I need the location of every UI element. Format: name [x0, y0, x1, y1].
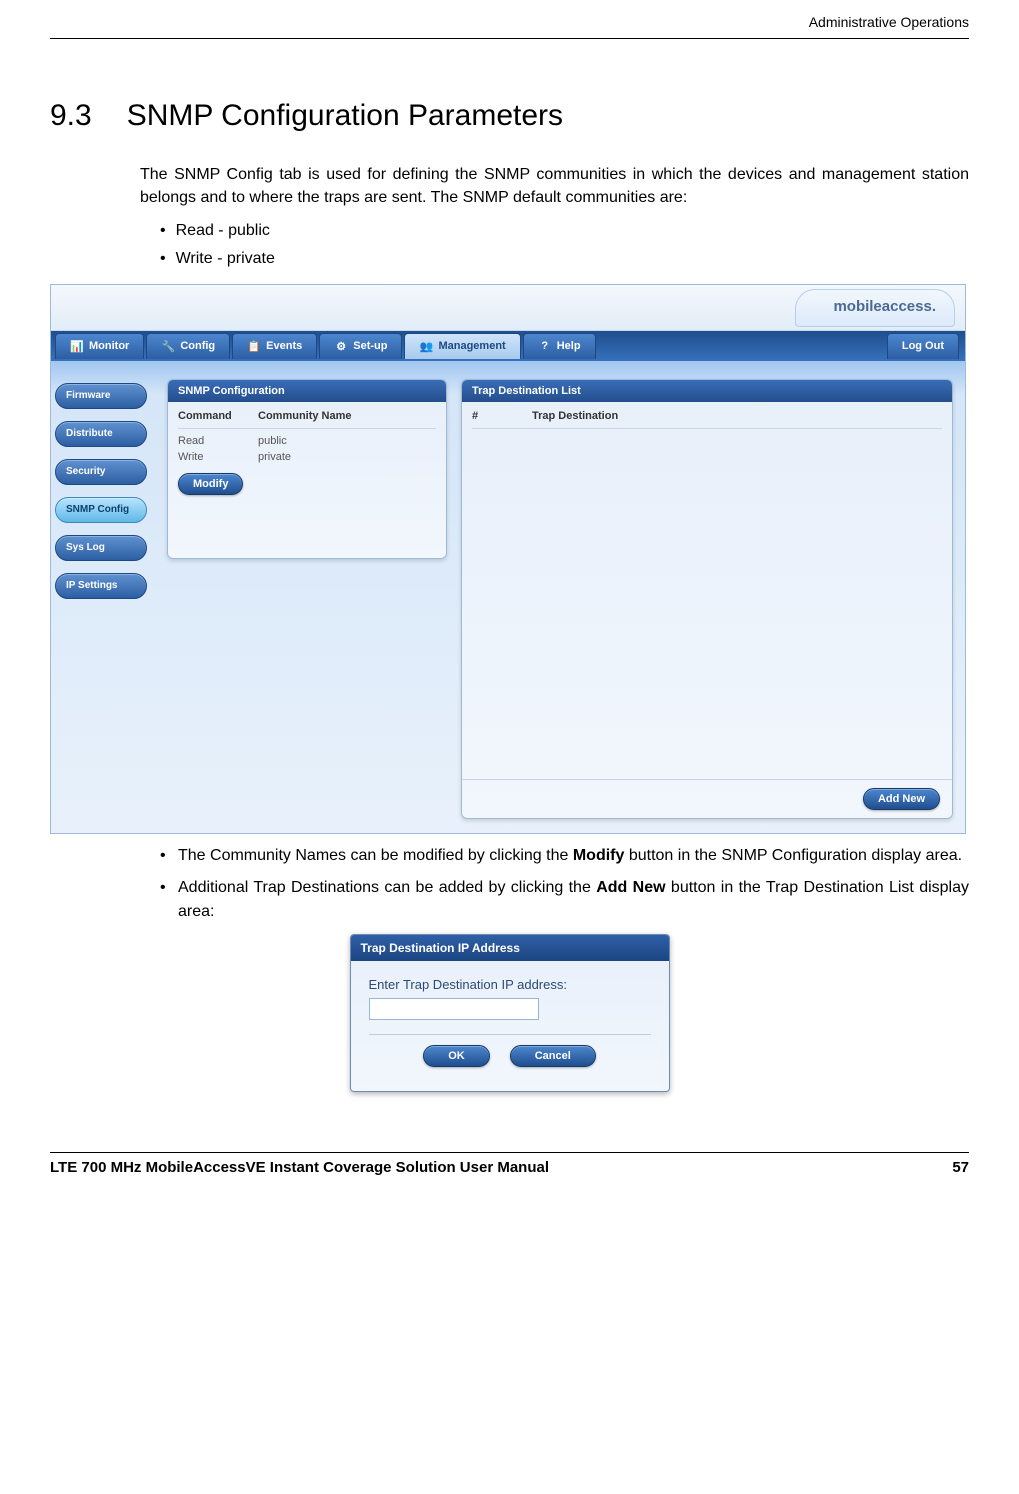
col-trap-destination: Trap Destination	[532, 410, 618, 422]
sidebar-item-snmp-config[interactable]: SNMP Config	[55, 497, 147, 523]
cancel-button[interactable]: Cancel	[510, 1045, 596, 1067]
tab-label: Management	[438, 340, 505, 352]
tab-events[interactable]: 📋 Events	[232, 333, 317, 359]
page-header: Administrative Operations	[50, 10, 969, 32]
cell-community: private	[258, 451, 291, 463]
cell-command: Write	[178, 451, 258, 463]
tab-setup[interactable]: ⚙ Set-up	[319, 333, 402, 359]
note-text: Additional Trap Destinations can be adde…	[178, 879, 596, 896]
tab-label: Config	[180, 340, 215, 352]
default-item: Read - public	[160, 217, 969, 244]
tab-label: Events	[266, 340, 302, 352]
col-number: #	[472, 410, 532, 422]
dialog-title: Trap Destination IP Address	[351, 935, 669, 961]
trap-ip-input[interactable]	[369, 998, 539, 1020]
modify-button[interactable]: Modify	[178, 473, 243, 495]
tab-label: Help	[557, 340, 581, 352]
page-number: 57	[952, 1159, 969, 1176]
panel-title: SNMP Configuration	[168, 380, 446, 402]
snmp-config-panel: SNMP Configuration Command Community Nam…	[167, 379, 447, 559]
dialog-prompt: Enter Trap Destination IP address:	[369, 977, 651, 992]
header-rule	[50, 38, 969, 39]
footer-title: LTE 700 MHz MobileAccessVE Instant Cover…	[50, 1159, 549, 1176]
tab-label: Monitor	[89, 340, 129, 352]
management-icon: 👥	[419, 339, 433, 353]
section-title: SNMP Configuration Parameters	[127, 99, 563, 133]
tab-monitor[interactable]: 📊 Monitor	[55, 333, 144, 359]
col-community-name: Community Name	[258, 410, 352, 422]
dialog-separator	[369, 1034, 651, 1035]
sidebar: Firmware Distribute Security SNMP Config…	[51, 361, 151, 833]
default-item: Write - private	[160, 245, 969, 272]
sidebar-item-security[interactable]: Security	[55, 459, 147, 485]
app-top-bar: mobileaccess.	[51, 285, 965, 331]
panel-title: Trap Destination List	[462, 380, 952, 402]
cell-community: public	[258, 435, 287, 447]
tab-label: Set-up	[353, 340, 387, 352]
section-number: 9.3	[50, 99, 92, 133]
trap-ip-dialog: Trap Destination IP Address Enter Trap D…	[350, 934, 670, 1092]
sidebar-item-firmware[interactable]: Firmware	[55, 383, 147, 409]
sidebar-item-sys-log[interactable]: Sys Log	[55, 535, 147, 561]
col-command: Command	[178, 410, 258, 422]
sidebar-item-distribute[interactable]: Distribute	[55, 421, 147, 447]
tab-help[interactable]: ? Help	[523, 333, 596, 359]
monitor-icon: 📊	[70, 339, 84, 353]
sidebar-item-ip-settings[interactable]: IP Settings	[55, 573, 147, 599]
tab-bar: 📊 Monitor 🔧 Config 📋 Events ⚙ Set-up 👥 M…	[51, 331, 965, 361]
help-icon: ?	[538, 339, 552, 353]
events-icon: 📋	[247, 339, 261, 353]
table-row: Write private	[178, 449, 436, 465]
table-row: Read public	[178, 433, 436, 449]
note-bold: Add New	[596, 879, 665, 896]
add-new-button[interactable]: Add New	[863, 788, 940, 810]
tab-management[interactable]: 👥 Management	[404, 333, 520, 359]
brand-logo: mobileaccess.	[795, 289, 955, 327]
logout-label: Log Out	[902, 340, 944, 352]
tab-config[interactable]: 🔧 Config	[146, 333, 230, 359]
note-item: The Community Names can be modified by c…	[160, 844, 969, 868]
note-bold: Modify	[573, 847, 625, 864]
config-icon: 🔧	[161, 339, 175, 353]
note-text: button in the SNMP Configuration display…	[624, 847, 962, 864]
app-window: mobileaccess. 📊 Monitor 🔧 Config 📋 Event…	[50, 284, 966, 834]
intro-paragraph: The SNMP Config tab is used for defining…	[140, 163, 969, 209]
trap-destination-panel: Trap Destination List # Trap Destination…	[461, 379, 953, 819]
note-item: Additional Trap Destinations can be adde…	[160, 876, 969, 924]
note-text: The Community Names can be modified by c…	[178, 847, 573, 864]
cell-command: Read	[178, 435, 258, 447]
setup-icon: ⚙	[334, 339, 348, 353]
ok-button[interactable]: OK	[423, 1045, 490, 1067]
logout-button[interactable]: Log Out	[887, 333, 959, 359]
